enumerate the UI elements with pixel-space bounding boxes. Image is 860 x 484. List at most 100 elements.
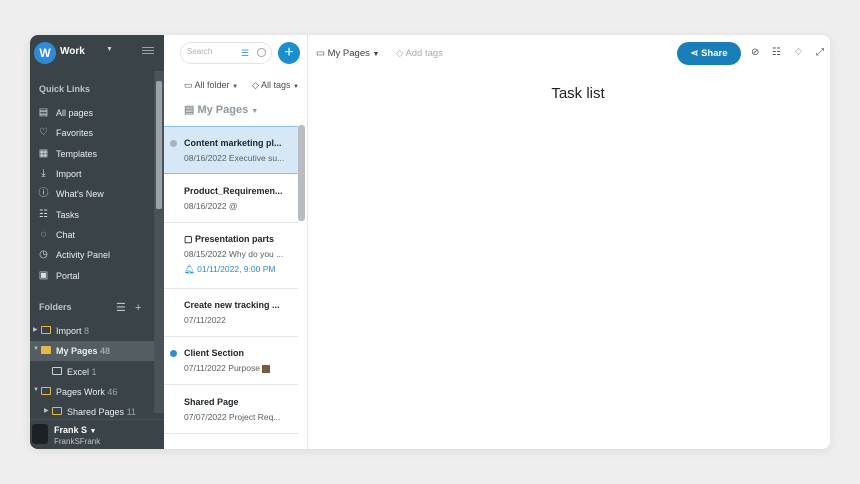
tasks-icon: ☷ <box>39 209 48 220</box>
status-dot <box>170 140 177 147</box>
tags-filter-label: All tags <box>260 80 291 90</box>
heart-icon: ♡ <box>39 127 48 138</box>
folder-label: Import 8 <box>56 326 90 336</box>
folder-item-my-pages[interactable]: ▼ My Pages 48 <box>30 341 154 361</box>
add-page-button[interactable]: + <box>278 42 300 64</box>
folder-item-import[interactable]: ▶ Import 8 <box>30 321 154 341</box>
folder-item-pages-work[interactable]: ▼ Pages Work 46 <box>30 382 154 402</box>
folder-filter-dropdown[interactable]: ▭ All folder ▼ <box>184 80 238 91</box>
folder-label: Excel 1 <box>67 367 97 377</box>
templates-icon: ▦ <box>38 148 49 159</box>
search-input[interactable] <box>187 47 237 56</box>
chat-icon: ◌ <box>40 229 47 240</box>
share-icon: ⋖ <box>690 48 702 59</box>
chevron-down-icon: ▼ <box>372 51 380 58</box>
bell-icon: 🔔︎ <box>184 264 198 274</box>
status-dot <box>170 350 177 357</box>
list-scrollbar[interactable] <box>298 125 305 221</box>
folders-label: Folders <box>39 302 72 312</box>
folder-filter-label: All folder <box>194 80 230 90</box>
page-title: Create new tracking ... <box>184 300 280 310</box>
avatar <box>32 424 48 444</box>
sidebar-item-label: Import <box>56 169 82 179</box>
page-title: ▢ Presentation parts <box>184 234 275 244</box>
page-subtitle: 08/16/2022 Executive su... <box>184 153 285 163</box>
sidebar-scroll-thumb[interactable] <box>156 81 162 209</box>
folder-icon <box>41 346 51 354</box>
workspace-name: Work <box>60 46 85 57</box>
sidebar-item-label: All pages <box>56 108 94 118</box>
tag-icon: ◇ <box>252 80 259 90</box>
sidebar-item-label: Tasks <box>56 210 80 220</box>
sidebar-item-import[interactable]: ⤓ Import <box>30 164 154 184</box>
user-profile[interactable]: Frank S ▼ FrankSFrank <box>30 419 164 449</box>
document-icon: ▢ <box>184 234 196 244</box>
sidebar-item-templates[interactable]: ▦ Templates <box>30 144 154 164</box>
reminder-date: 🔔︎ 01/11/2022, 9:00 PM <box>184 264 276 274</box>
workspace-logo: W <box>34 42 56 64</box>
folder-label: My Pages 48 <box>56 346 111 356</box>
collapse-icon[interactable]: ▼ <box>33 387 39 393</box>
tags-filter-dropdown[interactable]: ◇ All tags ▼ <box>252 80 299 91</box>
expand-icon[interactable]: ▶ <box>44 407 49 414</box>
folder-icon: ▭ <box>316 48 325 59</box>
list-item[interactable]: Product_Requiremen... 08/16/2022 @ <box>164 175 298 223</box>
sidebar-item-tasks[interactable]: ☷ Tasks <box>30 205 154 225</box>
workspace-switcher[interactable]: W Work ▼ <box>30 35 164 71</box>
chevron-down-icon: ▼ <box>232 84 239 90</box>
add-folder-icon[interactable]: + <box>135 302 141 314</box>
page-subtitle: 07/11/2022 <box>184 315 226 325</box>
expand-icon[interactable]: ⤢ <box>816 47 824 58</box>
attachment-icon[interactable]: ⊘ <box>751 47 759 58</box>
folder-icon <box>41 326 51 334</box>
list-item[interactable]: Content marketing pl... 08/16/2022 Execu… <box>164 126 298 174</box>
app-window: W Work ▼ Quick Links ▤ All pages ♡ Favor… <box>30 35 830 449</box>
filter-icon[interactable]: ☰ <box>241 48 249 59</box>
collapse-sidebar-icon[interactable] <box>142 45 154 57</box>
page-title: Content marketing pl... <box>184 138 282 148</box>
page-icon: ▤ <box>38 107 49 118</box>
share-button[interactable]: ⋖ Share <box>677 42 741 65</box>
sidebar-item-favorites[interactable]: ♡ Favorites <box>30 123 154 143</box>
sidebar-item-whats-new[interactable]: ⓘ What's New <box>30 184 154 204</box>
sidebar-item-chat[interactable]: ◌ Chat <box>30 225 154 245</box>
sidebar-item-label: Activity Panel <box>56 250 111 260</box>
page-title: Client Section <box>184 348 245 358</box>
list-item[interactable]: Client Section 07/11/2022 Purpose <box>164 337 298 385</box>
page-title: Shared Page <box>184 397 239 407</box>
collapse-icon[interactable]: ▼ <box>33 346 39 352</box>
sidebar-item-portal[interactable]: ▣ Portal <box>30 266 154 286</box>
import-icon: ⤓ <box>41 168 46 179</box>
page-icon: ▤ <box>184 104 195 116</box>
folder-actions: ☰ + <box>116 301 141 314</box>
folder-item-excel[interactable]: Excel 1 <box>30 362 154 382</box>
tag-icon: ◇ <box>396 48 404 59</box>
list-heading[interactable]: ▤ My Pages ▼ <box>184 103 258 116</box>
sidebar: W Work ▼ Quick Links ▤ All pages ♡ Favor… <box>30 35 164 449</box>
page-subtitle: 07/07/2022 Project Req... <box>184 412 281 422</box>
bell-icon[interactable]: ♢ <box>794 47 803 58</box>
list-item[interactable]: Shared Page 07/07/2022 Project Req... <box>164 386 298 434</box>
shared-folder-icon <box>41 387 51 395</box>
sort-icon[interactable]: ☰ <box>116 302 126 314</box>
page-subtitle: 07/11/2022 Purpose <box>184 363 294 373</box>
sidebar-item-activity-panel[interactable]: ◷ Activity Panel <box>30 245 154 265</box>
sidebar-item-all-pages[interactable]: ▤ All pages <box>30 103 154 123</box>
document-title[interactable]: Task list <box>308 85 830 102</box>
portal-icon: ▣ <box>38 270 49 281</box>
breadcrumb[interactable]: ▭ My Pages ▼ <box>316 48 379 59</box>
search-box[interactable]: ☰ <box>180 42 272 64</box>
table-of-contents-icon[interactable]: ☷ <box>772 47 781 58</box>
chevron-down-icon: ▼ <box>292 84 299 90</box>
folder-icon: ▭ <box>184 80 193 90</box>
sidebar-item-label: Templates <box>56 149 98 159</box>
chevron-down-icon: ▼ <box>251 108 259 115</box>
expand-icon[interactable]: ▶ <box>33 326 38 333</box>
sidebar-item-label: Chat <box>56 230 76 240</box>
list-item[interactable]: Create new tracking ... 07/11/2022 <box>164 289 298 337</box>
quick-links-label: Quick Links <box>39 84 91 94</box>
user-handle: FrankSFrank <box>54 437 101 446</box>
add-tags-button[interactable]: ◇ Add tags <box>396 48 443 59</box>
search-icon[interactable] <box>257 48 266 57</box>
list-item[interactable]: ▢ Presentation parts 08/15/2022 Why do y… <box>164 223 298 289</box>
